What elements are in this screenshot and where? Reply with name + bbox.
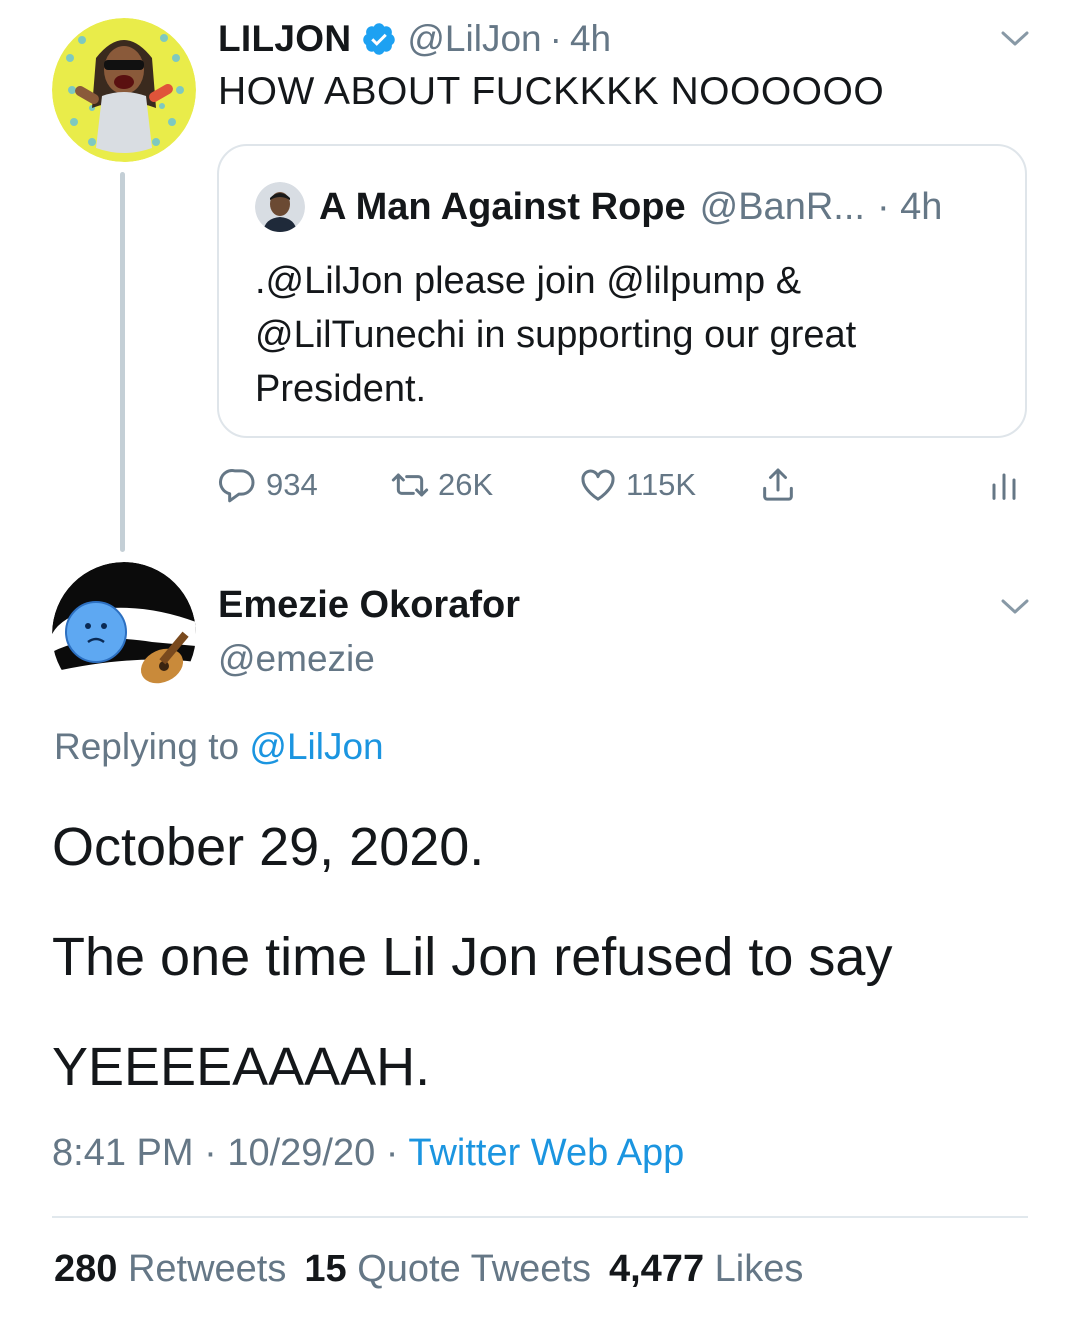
retweets-stat[interactable]: 280 Retweets	[54, 1248, 286, 1290]
quoted-handle: @BanR...	[699, 185, 865, 228]
author-display-name[interactable]: Emezie Okorafor	[218, 584, 520, 627]
parent-handle[interactable]: @LilJon	[407, 18, 541, 60]
quoted-timestamp: · 4h	[876, 185, 943, 228]
chevron-down-icon[interactable]	[1000, 592, 1030, 622]
quote-tweets-label: Quote Tweets	[346, 1248, 591, 1290]
divider	[52, 1216, 1028, 1218]
author-handle[interactable]: @emezie	[218, 638, 375, 680]
parent-tweet-text: HOW ABOUT FUCKKKK NOOOOOO	[218, 70, 885, 113]
parent-timestamp[interactable]: 4h	[570, 18, 611, 60]
analytics-icon	[992, 473, 1016, 500]
quote-tweets-stat[interactable]: 15 Quote Tweets	[304, 1248, 591, 1290]
likes-count: 4,477	[608, 1248, 705, 1290]
likes-stat[interactable]: 4,477 Likes	[609, 1248, 803, 1290]
reply-icon	[219, 469, 255, 503]
replying-to: Replying to @LilJon	[54, 726, 384, 768]
tweet-body-line: October 29, 2020.	[52, 817, 485, 877]
likes-label: Likes	[704, 1248, 804, 1290]
quoted-tweet-card[interactable]: A Man Against Rope @BanR... · 4h .@LilJo…	[217, 144, 1027, 438]
tweet-source-link[interactable]: Twitter Web App	[408, 1132, 684, 1174]
verified-badge-icon	[361, 21, 397, 57]
quoted-avatar	[255, 182, 305, 232]
like-icon	[581, 469, 615, 501]
meta-separator: ·	[193, 1132, 228, 1174]
analytics-button[interactable]	[984, 460, 1024, 510]
parent-display-name[interactable]: LILJON	[218, 18, 351, 60]
tweet-body-line: YEEEEAAAAH.	[52, 1037, 431, 1097]
quoted-tweet-text: .@LilJon please join @lilpump & @LilTune…	[255, 260, 857, 410]
retweet-icon	[391, 473, 429, 497]
tweet-body: October 29, 2020. The one time Lil Jon r…	[52, 792, 1032, 1122]
meta-separator: ·	[375, 1132, 409, 1174]
retweets-label: Retweets	[117, 1248, 287, 1290]
liljon-avatar[interactable]	[52, 18, 196, 162]
quote-tweets-count: 15	[304, 1248, 347, 1290]
emezie-avatar[interactable]	[52, 562, 196, 706]
replying-prefix: Replying to	[54, 726, 250, 767]
tweet-action-bar: 934 26K 115K	[218, 460, 1028, 510]
thread-connector-line	[120, 172, 125, 552]
reply-count: 934	[266, 467, 318, 502]
tweet-metadata: 8:41 PM · 10/29/20 · Twitter Web App	[52, 1132, 684, 1175]
parent-tweet-header: LILJON @LilJon · 4h	[218, 14, 611, 64]
tweet-time[interactable]: 8:41 PM	[52, 1132, 194, 1174]
like-button[interactable]: 115K	[578, 460, 696, 510]
quoted-display-name: A Man Against Rope	[319, 185, 686, 228]
separator-dot: ·	[549, 18, 562, 59]
share-icon	[763, 468, 793, 501]
quoted-tweet-header: A Man Against Rope @BanR... · 4h	[255, 182, 942, 232]
tweet-date[interactable]: 10/29/20	[227, 1132, 375, 1174]
chevron-down-icon[interactable]	[1000, 24, 1030, 54]
retweet-button[interactable]: 26K	[390, 460, 493, 510]
reply-button[interactable]: 934	[218, 460, 318, 510]
tweet-thread: LILJON @LilJon · 4h HOW ABOUT FUCKKKK NO…	[0, 0, 1080, 1327]
retweets-count: 280	[54, 1248, 118, 1290]
like-count: 115K	[626, 467, 697, 502]
replying-mention-link[interactable]: @LilJon	[249, 726, 383, 767]
retweet-count: 26K	[438, 467, 494, 502]
share-button[interactable]	[758, 460, 798, 510]
tweet-body-line: The one time Lil Jon refused to say	[52, 927, 893, 987]
engagement-stats: 280 Retweets 15 Quote Tweets 4,477 Likes	[54, 1248, 821, 1291]
